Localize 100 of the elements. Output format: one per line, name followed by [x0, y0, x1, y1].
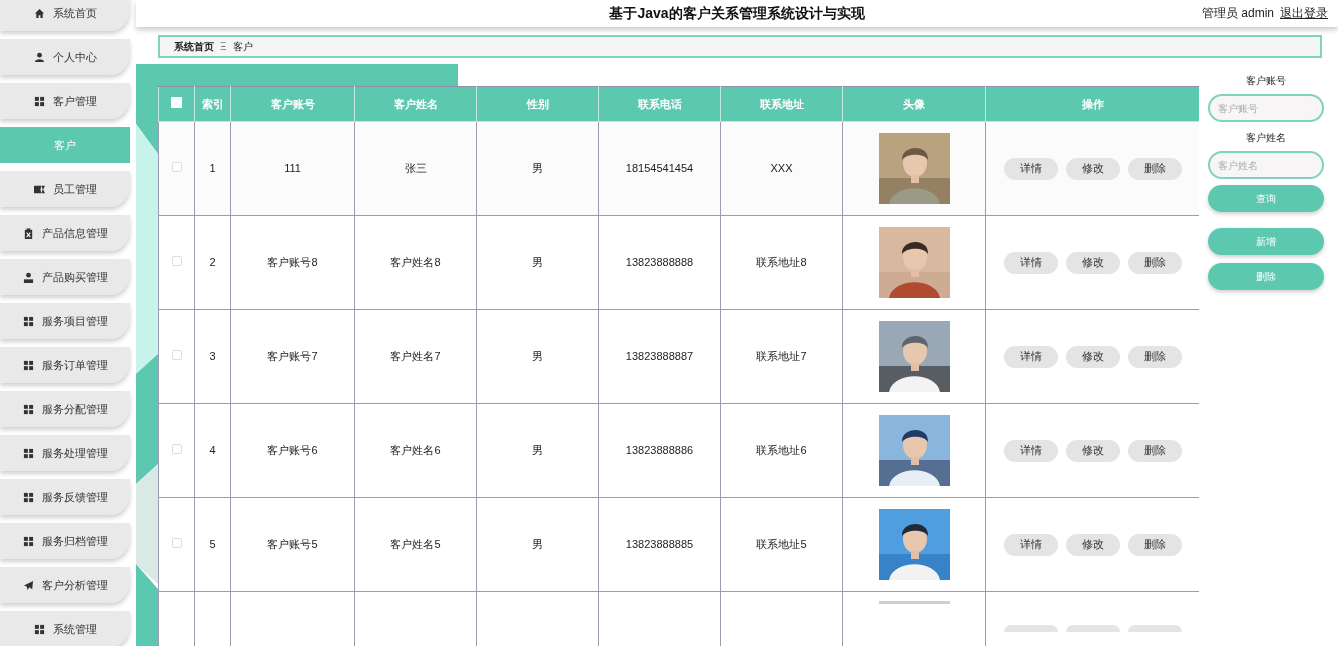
- table-cell: 男: [476, 497, 599, 592]
- user-label: 管理员 admin: [1201, 5, 1274, 23]
- grid-icon: [22, 535, 34, 547]
- action-button[interactable]: 修改: [1065, 533, 1120, 556]
- grid-icon: [22, 447, 34, 459]
- table-cell: 4: [194, 403, 231, 498]
- person-icon: [22, 271, 34, 283]
- column-header: 索引: [194, 86, 231, 122]
- sidebar-item[interactable]: 服务订单管理: [0, 347, 130, 383]
- column-header: 操作: [985, 86, 1199, 122]
- column-header: 联系地址: [720, 86, 843, 122]
- action-button[interactable]: 详情: [1003, 251, 1058, 274]
- table-cell: 2: [194, 215, 231, 310]
- sidebar-item[interactable]: 服务反馈管理: [0, 479, 130, 515]
- logout-link[interactable]: 退出登录: [1280, 4, 1328, 23]
- action-button[interactable]: 删除: [1127, 251, 1182, 274]
- table-cell: 13823888887: [598, 309, 721, 404]
- paper-plane-icon: [22, 579, 34, 591]
- row-checkbox[interactable]: [171, 444, 182, 455]
- sidebar-item[interactable]: 系统管理: [0, 611, 130, 646]
- search-field[interactable]: 客户账号: [1208, 94, 1324, 122]
- column-header: 联系电话: [598, 86, 721, 122]
- grid-icon: [22, 403, 34, 415]
- sidebar-item[interactable]: 产品信息管理: [0, 215, 130, 251]
- breadcrumb-link[interactable]: 系统首页: [174, 38, 214, 54]
- action-button[interactable]: 删除: [1127, 439, 1182, 462]
- table-cell: 13823888886: [598, 403, 721, 498]
- row-checkbox[interactable]: [171, 256, 182, 267]
- action-button[interactable]: [1065, 625, 1120, 632]
- row-checkbox[interactable]: [171, 538, 182, 549]
- sidebar-item[interactable]: 服务项目管理: [0, 303, 130, 339]
- home-icon: [33, 7, 45, 19]
- action-button[interactable]: [1127, 625, 1182, 632]
- table-cell: 5: [194, 497, 231, 592]
- column-header: 性别: [476, 86, 599, 122]
- table-cell: 男: [476, 215, 599, 310]
- action-button[interactable]: 详情: [1003, 439, 1058, 462]
- table-cell: XXX: [720, 121, 843, 216]
- table-cell: 客户姓名8: [354, 215, 477, 310]
- sidebar-item[interactable]: 个人中心: [0, 39, 130, 75]
- table-cell: 18154541454: [598, 121, 721, 216]
- column-header: 客户姓名: [354, 86, 477, 122]
- grid-icon: [22, 315, 34, 327]
- table-cell: 联系地址5: [720, 497, 843, 592]
- action-button[interactable]: 修改: [1065, 439, 1120, 462]
- action-button[interactable]: 修改: [1065, 345, 1120, 368]
- action-button[interactable]: [1003, 625, 1058, 632]
- table-cell: 男: [476, 121, 599, 216]
- table-cell: 客户姓名5: [354, 497, 477, 592]
- sidebar-item[interactable]: 系统首页: [0, 0, 130, 31]
- sidebar-item[interactable]: 服务分配管理: [0, 391, 130, 427]
- table-cell: 客户账号6: [230, 403, 355, 498]
- grid-icon: [33, 623, 45, 635]
- table-cell: 111: [230, 121, 355, 216]
- table-cell: 男: [476, 309, 599, 404]
- breadcrumb-link[interactable]: 客户: [232, 38, 253, 54]
- table-cell: 联系地址6: [720, 403, 843, 498]
- column-header: 客户账号: [230, 86, 355, 122]
- field-label: 客户姓名: [1245, 131, 1287, 145]
- page-title: 基于Java的客户关系管理系统设计与实现: [609, 3, 865, 23]
- action-button[interactable]: 删除: [1127, 533, 1182, 556]
- action-button[interactable]: 详情: [1003, 157, 1058, 180]
- sidebar-item[interactable]: 客户分析管理: [0, 567, 130, 603]
- action-button[interactable]: 详情: [1003, 345, 1058, 368]
- ticket-icon: [33, 183, 45, 195]
- sidebar-item[interactable]: 员工管理: [0, 171, 130, 207]
- table-cell: 客户账号7: [230, 309, 355, 404]
- row-checkbox[interactable]: [171, 162, 182, 173]
- action-button[interactable]: 修改: [1065, 251, 1120, 274]
- table-cell: 客户姓名7: [354, 309, 477, 404]
- action-button[interactable]: 删除: [1127, 345, 1182, 368]
- breadcrumb-separator: Ξ: [220, 39, 227, 54]
- action-button[interactable]: 修改: [1065, 157, 1120, 180]
- clipboard-icon: [22, 227, 34, 239]
- table-cell: 3: [194, 309, 231, 404]
- sidebar-item[interactable]: 产品购买管理: [0, 259, 130, 295]
- table-cell: 13823888885: [598, 497, 721, 592]
- sidebar-item[interactable]: 客户管理: [0, 83, 130, 119]
- table-cell: 客户账号5: [230, 497, 355, 592]
- sidebar-item[interactable]: 服务归档管理: [0, 523, 130, 559]
- sidebar-item[interactable]: 服务处理管理: [0, 435, 130, 471]
- grid-icon: [22, 359, 34, 371]
- field-label: 客户账号: [1245, 74, 1287, 88]
- table-cell: 男: [476, 403, 599, 498]
- table-cell: 联系地址8: [720, 215, 843, 310]
- action-button[interactable]: 删除: [1127, 157, 1182, 180]
- table-cell: 客户账号8: [230, 215, 355, 310]
- grid-icon: [22, 491, 34, 503]
- grid-icon: [33, 95, 45, 107]
- user-icon: [33, 51, 45, 63]
- row-checkbox[interactable]: [171, 350, 182, 361]
- table-cell: 客户姓名6: [354, 403, 477, 498]
- action-button[interactable]: 详情: [1003, 533, 1058, 556]
- column-header: 头像: [842, 86, 986, 122]
- table-cell: 1: [194, 121, 231, 216]
- table-cell: 13823888888: [598, 215, 721, 310]
- table-cell: 联系地址7: [720, 309, 843, 404]
- select-all-checkbox[interactable]: [171, 96, 182, 108]
- table-cell: 张三: [354, 121, 477, 216]
- search-field[interactable]: 客户姓名: [1208, 151, 1324, 179]
